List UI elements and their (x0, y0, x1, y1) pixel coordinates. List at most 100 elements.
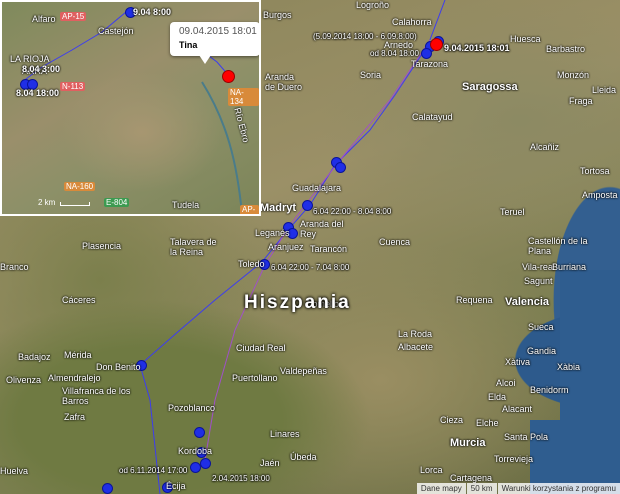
inset-label: 8.04 18:00 (16, 88, 60, 98)
inset-label: Alfaro (32, 14, 56, 24)
city-label: Plasencia (82, 241, 122, 251)
city-label: Vila-real (522, 262, 555, 272)
inset-scale-bar (60, 202, 90, 206)
city-label: Barbastro (546, 44, 586, 54)
city-label: Villafranca de los Barros (62, 386, 131, 406)
city-label: Cáceres (62, 295, 96, 305)
city-label: Murcia (450, 437, 486, 449)
city-label: Cieza (440, 415, 464, 425)
track-annotation: 9.04.2015 18:01 (444, 43, 510, 53)
city-label: Ciudad Real (236, 343, 286, 353)
track-point[interactable] (302, 200, 313, 211)
city-label: Badajoz (18, 352, 51, 362)
city-label: Valdepeñas (280, 366, 327, 376)
city-label: Talavera de la Reina (170, 237, 217, 257)
city-label: Guadalajara (292, 183, 342, 193)
info-popup[interactable]: 09.04.2015 18:01 Tina (170, 22, 259, 56)
track-point[interactable] (200, 458, 211, 469)
city-label: Tarancón (310, 244, 348, 254)
city-label: Fraga (569, 96, 593, 106)
inset-scale: 2 km (38, 198, 56, 207)
city-label: Almendralejo (48, 373, 101, 383)
road-badge: N-113 (60, 82, 86, 91)
city-label: Olivenza (6, 375, 42, 385)
city-label: Madryt (260, 202, 297, 214)
city-label: Xàbia (557, 362, 581, 372)
inset-label: LA RIOJA (10, 54, 50, 64)
road-badge: AP-15 (60, 12, 87, 21)
city-label: Lorca (420, 465, 443, 475)
popup-date: 09.04.2015 18:01 (179, 26, 257, 37)
city-label: Xàtiva (505, 357, 531, 367)
city-label: Mérida (64, 350, 92, 360)
inset-label: Tudela (172, 200, 200, 210)
city-label: Sagunt (524, 276, 553, 286)
track-annotation: (5.09.2014 18:00 - 6.09.8:00) (313, 32, 417, 41)
city-label: Jaén (260, 458, 280, 468)
city-label: Zafra (64, 412, 86, 422)
inset-label: Castejón (98, 26, 134, 36)
map-footer: Dane mapy 50 km Warunki korzystania z pr… (416, 483, 620, 494)
city-label: Pozoblanco (168, 403, 216, 413)
city-label: Calatayud (412, 112, 453, 122)
city-label: Burriana (552, 262, 587, 272)
city-label: Alcoi (496, 378, 516, 388)
city-label: Castellón de la Plana (528, 236, 588, 256)
city-label: Linares (270, 429, 300, 439)
city-label: Elche (476, 418, 499, 428)
city-label: Teruel (500, 207, 525, 217)
city-label: Monzón (557, 70, 590, 80)
city-label: Logroño (356, 0, 390, 10)
city-label: Leganés (255, 228, 290, 238)
city-label: Gandia (527, 346, 557, 356)
city-label: Calahorra (392, 17, 432, 27)
road-badge: NA-134 (228, 88, 259, 106)
city-label: Toledo (238, 259, 265, 269)
city-label: La Roda (398, 329, 433, 339)
city-label: Soria (360, 70, 382, 80)
city-label: Aranda de Duero (265, 72, 303, 92)
track-point[interactable] (194, 427, 205, 438)
road-badge: E-804 (104, 198, 130, 207)
city-label: Amposta (582, 190, 618, 200)
road-badge: AP-68 (240, 205, 259, 214)
city-label: Santa Pola (504, 432, 549, 442)
current-position-marker[interactable] (430, 38, 443, 51)
track-point[interactable] (102, 483, 113, 494)
inset-current-position-marker[interactable] (222, 70, 235, 83)
inset-label: 9.04 8:00 (133, 7, 172, 17)
popup-tail (199, 55, 211, 64)
track-point[interactable] (190, 462, 201, 473)
city-label: Cartagena (450, 473, 493, 483)
city-label: Burgos (263, 10, 292, 20)
city-label: Cuenca (379, 237, 411, 247)
zoom-inset[interactable]: Alfaro Castejón 9.04 8:00 LA RIOJA ARRA … (0, 0, 261, 216)
inset-label: 8.04 3:00 (22, 64, 61, 74)
city-label: Puertollano (232, 373, 278, 383)
track-point[interactable] (335, 162, 346, 173)
city-label: Aranjuez (268, 242, 304, 252)
city-label: Úbeda (290, 452, 317, 462)
city-label: Tortosa (580, 166, 610, 176)
map-scale: 50 km (466, 483, 497, 494)
map-data-link[interactable]: Dane mapy (416, 483, 466, 494)
city-label: Alcañiz (530, 142, 560, 152)
road-badge: NA-160 (64, 182, 96, 191)
city-label: Lleida (592, 85, 617, 95)
city-label: Huelva (0, 466, 29, 476)
terms-link[interactable]: Warunki korzystania z programu (497, 483, 620, 494)
city-label: Huesca (510, 34, 541, 44)
city-label: Aranda del Rey (300, 219, 344, 239)
track-point[interactable] (421, 48, 432, 59)
city-label: Kordoba (178, 446, 213, 456)
track-annotation: 6.04 22:00 - 7.04 8:00 (271, 263, 350, 272)
city-label: Sueca (528, 322, 554, 332)
track-annotation: 6.04 22:00 - 8.04 8:00 (313, 207, 392, 216)
city-label: Saragossa (462, 81, 518, 93)
city-label: Don Benito (96, 362, 141, 372)
map-view[interactable]: Burgos Logroño Calahorra Arnedo Tarazona… (0, 0, 620, 494)
city-label: Valencia (505, 296, 550, 308)
popup-name: Tina (179, 40, 198, 50)
city-label: Écija (166, 481, 186, 491)
city-label: Benidorm (530, 385, 569, 395)
